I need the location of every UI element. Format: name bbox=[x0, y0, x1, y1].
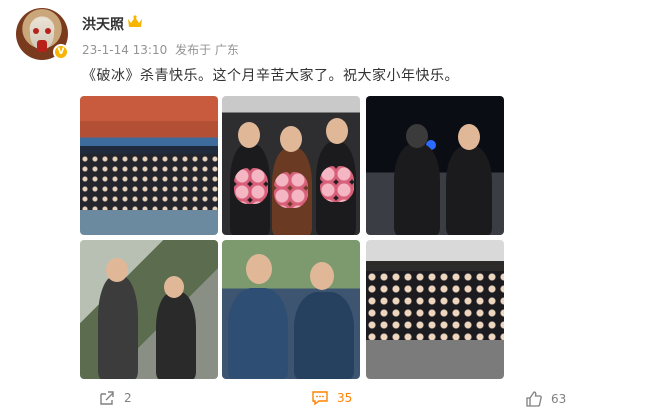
crowd-shape bbox=[366, 270, 504, 341]
photo-three-people-flowers[interactable] bbox=[222, 96, 360, 235]
avatar-eye bbox=[33, 28, 39, 34]
comment-icon bbox=[312, 391, 328, 406]
person-head bbox=[310, 262, 334, 290]
like-button[interactable]: 63 bbox=[525, 390, 566, 408]
flower-bouquet bbox=[234, 168, 268, 204]
person-shape bbox=[294, 292, 354, 379]
person-head bbox=[406, 124, 428, 148]
weibo-post-card: V 洪天照 23-1-14 13:10 发布于 广东 《破冰》杀青快乐。这个月辛… bbox=[0, 0, 660, 417]
avatar-mouth bbox=[37, 40, 47, 52]
person-shape bbox=[156, 292, 196, 379]
thumbs-up-icon bbox=[526, 391, 542, 407]
person-shape bbox=[228, 288, 288, 379]
flower-bouquet bbox=[274, 172, 308, 208]
comment-count: 35 bbox=[337, 391, 353, 405]
person-head bbox=[238, 122, 260, 148]
photo-night-scene[interactable] bbox=[366, 96, 504, 235]
person-head bbox=[280, 126, 302, 152]
person-shape bbox=[394, 144, 440, 235]
person-head bbox=[458, 124, 480, 150]
verified-badge: V bbox=[53, 44, 69, 60]
crown-icon bbox=[128, 15, 142, 27]
username[interactable]: 洪天照 bbox=[82, 14, 124, 34]
post-source: 发布于 广东 bbox=[175, 43, 239, 57]
flower-bouquet bbox=[320, 166, 354, 202]
like-count: 63 bbox=[551, 392, 567, 406]
person-head bbox=[246, 254, 272, 284]
person-head bbox=[164, 276, 184, 298]
photo-two-men-sunglasses[interactable] bbox=[222, 240, 360, 379]
post-text: 《破冰》杀青快乐。这个月辛苦大家了。祝大家小年快乐。 bbox=[82, 68, 459, 84]
crowd-shape bbox=[80, 154, 218, 210]
photo-group-outdoor[interactable] bbox=[80, 96, 218, 235]
timestamp[interactable]: 23-1-14 13:10 bbox=[82, 43, 167, 57]
person-head bbox=[106, 258, 128, 282]
photo-two-men-outdoor[interactable] bbox=[80, 240, 218, 379]
photo-crew-group[interactable] bbox=[366, 240, 504, 379]
comment-button[interactable]: 35 bbox=[311, 390, 352, 406]
person-head bbox=[326, 118, 348, 144]
avatar-eye bbox=[45, 28, 51, 34]
action-bar: 2 35 63 bbox=[0, 380, 660, 417]
share-button[interactable]: 2 bbox=[98, 390, 132, 406]
share-icon bbox=[100, 391, 114, 405]
post-meta: 23-1-14 13:10 发布于 广东 bbox=[82, 41, 243, 58]
share-count: 2 bbox=[124, 391, 132, 405]
person-shape bbox=[98, 276, 138, 379]
person-shape bbox=[446, 146, 492, 235]
